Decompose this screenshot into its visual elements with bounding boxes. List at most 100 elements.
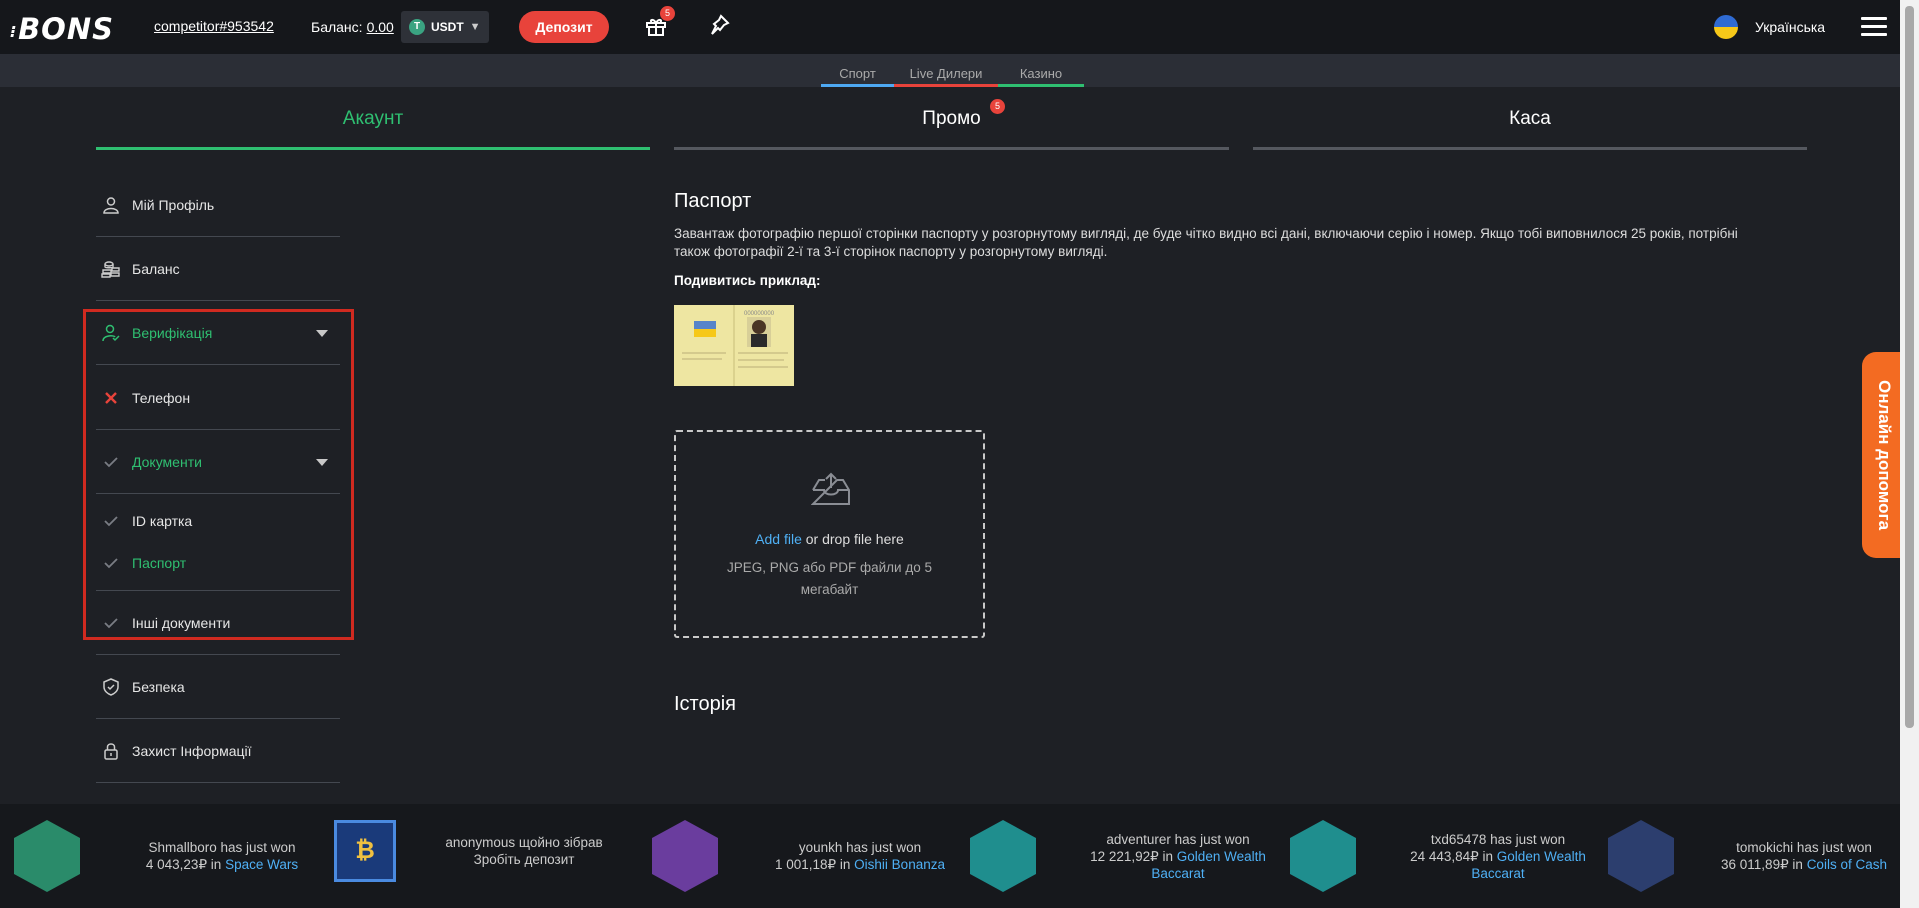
passport-example-image[interactable]: 000000000 (674, 305, 794, 386)
tab-account-label: Акаунт (342, 108, 404, 129)
scrollbar-thumb[interactable] (1905, 6, 1914, 728)
sidebar-item-label: Верифікація (132, 325, 213, 341)
tab-promo-label: Промо (922, 108, 981, 129)
coils-of-cash-game-icon[interactable] (1608, 820, 1674, 892)
ticker-game-link[interactable]: Oishii Bonanza (854, 857, 945, 872)
ticker-item[interactable]: txd65478 has just won 24 443,84₽ in Golde… (1290, 820, 1598, 892)
menu-icon[interactable] (1861, 17, 1887, 37)
tab-sport-label: Спорт (839, 66, 876, 81)
sidebar-item-passport[interactable]: Паспорт (96, 553, 340, 573)
chevron-down-icon: ▼ (469, 21, 481, 33)
sidebar-item-other-documents[interactable]: Інші документи (96, 613, 340, 633)
ticker-text: txd65478 has just won 24 443,84₽ in Golde… (1398, 831, 1598, 882)
ticker-game-link[interactable]: Coils of Cash (1807, 857, 1887, 872)
sidebar-item-label: Паспорт (132, 555, 187, 571)
check-icon (101, 553, 121, 573)
sidebar-item-label: Захист Інформації (132, 743, 252, 759)
golden-wealth-baccarat-game-icon[interactable] (1290, 820, 1356, 892)
divider (96, 590, 340, 591)
ticker-item[interactable]: younkh has just won 1 001,18₽ in Oishii B… (652, 820, 960, 892)
divider (96, 782, 340, 783)
ticker-item[interactable]: adventurer has just won 12 221,92₽ in Gol… (970, 820, 1278, 892)
tab-cashier-label: Каса (1509, 108, 1551, 129)
balance-display: Баланс: 0.00 (311, 19, 394, 35)
username-link[interactable]: competitor#953542 (154, 18, 274, 34)
ticker-winner: txd65478 has just won (1430, 831, 1566, 847)
lock-icon (101, 741, 121, 761)
ticker-amount: 12 221,92₽ in (1090, 848, 1174, 864)
sidebar-item-verification[interactable]: Верифікація (96, 323, 340, 343)
oishii-bonanza-game-icon[interactable] (652, 820, 718, 892)
sidebar-item-profile[interactable]: Мій Профіль (96, 195, 340, 215)
chevron-down-icon (316, 458, 328, 466)
svg-text:000000000: 000000000 (744, 311, 775, 317)
sidebar-item-balance[interactable]: Баланс (96, 259, 340, 279)
section-description: Завантаж фотографію першої сторінки пасп… (674, 226, 1738, 259)
ticker-item[interactable]: ₿ anonymous щойно зібрав Зробіть депозит (334, 820, 624, 882)
sidebar-item-data-protection[interactable]: Захист Інформації (96, 741, 340, 761)
ticker-text: tomokichi has just won 36 011,89₽ in Coil… (1704, 839, 1904, 873)
sidebar-item-id-card[interactable]: ID картка (96, 511, 340, 531)
section-nav: Спорт Live Дилери Казино (0, 54, 1900, 87)
pin-button[interactable] (707, 13, 731, 37)
tab-live-dealers[interactable]: Live Дилери (894, 66, 998, 87)
ukraine-flag-icon[interactable] (1714, 15, 1738, 39)
ticker-winner: adventurer has just won (1106, 831, 1250, 847)
coins-icon (101, 259, 121, 279)
golden-wealth-baccarat-game-icon[interactable] (970, 820, 1036, 892)
sidebar-item-label: Документи (132, 454, 202, 470)
check-icon (101, 511, 121, 531)
balance-value[interactable]: 0.00 (367, 19, 394, 35)
ticker-amount: 4 043,23₽ in (145, 857, 222, 872)
bitcoin-coin-icon: ₿ (334, 820, 396, 882)
divider (96, 429, 340, 430)
dropzone-hint: JPEG, PNG або PDF файли до 5 мегабайт (727, 560, 932, 597)
example-label: Подивитись приклад: (674, 273, 821, 288)
top-header: ⁝BONS competitor#953542 Баланс: 0.00 T US… (0, 0, 1900, 54)
promo-badge: 5 (990, 99, 1005, 114)
sidebar-item-label: ID картка (132, 513, 193, 529)
divider (96, 236, 340, 237)
history-title: Історія (674, 693, 737, 715)
divider (96, 718, 340, 719)
tab-live-dealers-label: Live Дилери (909, 66, 983, 81)
tab-cashier[interactable]: Каса (1253, 96, 1807, 150)
tab-casino[interactable]: Казино (998, 66, 1084, 87)
gift-button[interactable]: 5 (644, 6, 675, 38)
ticker-winner: tomokichi has just won (1736, 840, 1872, 855)
sidebar-item-security[interactable]: Безпека (96, 677, 340, 697)
pin-icon (711, 14, 730, 35)
tab-casino-label: Казино (1019, 66, 1063, 81)
dropzone-instructions: Add file or drop file here (676, 531, 983, 547)
ticker-text: adventurer has just won 12 221,92₽ in Gol… (1078, 831, 1278, 882)
sidebar-item-documents[interactable]: Документи (96, 452, 340, 472)
divider (96, 654, 340, 655)
sidebar-item-phone[interactable]: Телефон (96, 388, 340, 408)
tab-sport[interactable]: Спорт (821, 66, 894, 87)
gift-badge: 5 (660, 6, 675, 21)
tab-promo[interactable]: Промо 5 (674, 96, 1229, 150)
ticker-item[interactable]: Shmallboro has just won 4 043,23₽ in Spac… (14, 820, 322, 892)
inbox-upload-icon (811, 472, 850, 505)
ticker-game-link[interactable]: Space Wars (225, 857, 298, 872)
currency-label: USDT (431, 20, 464, 34)
divider (96, 300, 340, 301)
ticker-amount: 1 001,18₽ in (775, 857, 851, 872)
wins-ticker: Shmallboro has just won 4 043,23₽ in Spac… (0, 804, 1900, 908)
add-file-link[interactable]: Add file (755, 531, 802, 547)
page-scrollbar[interactable] (1900, 0, 1919, 908)
dropzone-text: or drop file here (801, 531, 904, 547)
ticker-amount: Зробіть депозит (473, 852, 575, 867)
ticker-item[interactable]: tomokichi has just won 36 011,89₽ in Coil… (1608, 820, 1904, 892)
tab-account[interactable]: Акаунт (96, 96, 650, 150)
ticker-winner: younkh has just won (798, 840, 922, 855)
shield-icon (101, 677, 121, 697)
ticker-winner: Shmallboro has just won (148, 840, 296, 855)
space-wars-game-icon[interactable] (14, 820, 80, 892)
site-logo[interactable]: ⁝BONS (10, 12, 114, 46)
language-selector[interactable]: Українська (1755, 19, 1825, 35)
ticker-amount: 36 011,89₽ in (1721, 857, 1803, 872)
currency-select[interactable]: T USDT ▼ (401, 11, 489, 43)
deposit-button[interactable]: Депозит (519, 11, 609, 43)
file-dropzone[interactable]: Add file or drop file here JPEG, PNG або… (674, 430, 985, 638)
